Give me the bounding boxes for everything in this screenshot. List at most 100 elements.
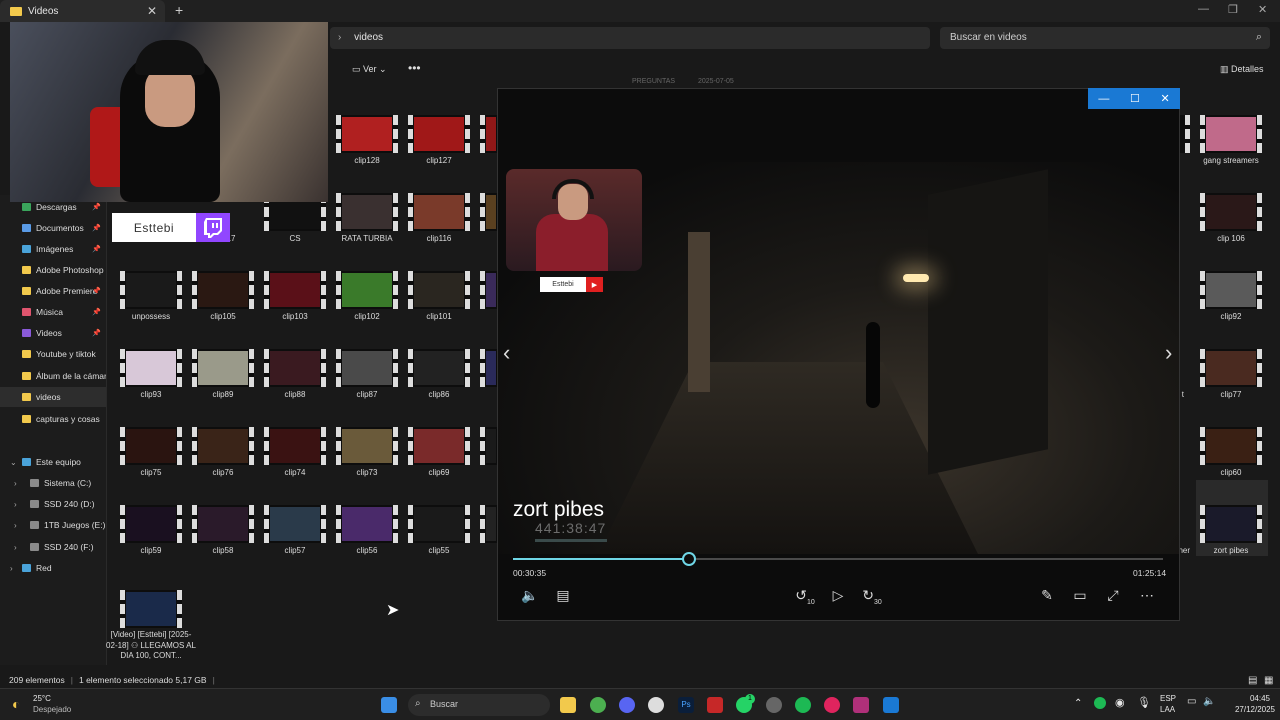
- file-thumbnail[interactable]: [408, 271, 470, 309]
- file-thumbnail[interactable]: [1200, 115, 1262, 153]
- new-tab-button[interactable]: +: [175, 2, 183, 18]
- discord-icon[interactable]: [619, 697, 635, 713]
- file-thumbnail[interactable]: [192, 427, 254, 465]
- clock-date[interactable]: 27/12/2025: [1220, 705, 1275, 714]
- file-thumbnail[interactable]: [336, 427, 398, 465]
- captions-icon[interactable]: ▤: [553, 587, 573, 604]
- file-thumbnail[interactable]: [336, 115, 398, 153]
- file-thumbnail[interactable]: [120, 590, 182, 628]
- sidebar-drive-f[interactable]: › SSD 240 (F:): [0, 537, 106, 557]
- sidebar-item-network[interactable]: › Red: [0, 558, 106, 578]
- sidebar-item-musica[interactable]: Música 📌: [0, 302, 106, 322]
- opera-icon[interactable]: [824, 697, 840, 713]
- sidebar-item-youtube[interactable]: Youtube y tiktok: [0, 344, 106, 364]
- fullscreen-icon[interactable]: ⤢: [1103, 587, 1123, 604]
- close-tab-icon[interactable]: ✕: [147, 4, 157, 18]
- file-thumbnail[interactable]: [408, 115, 470, 153]
- file-thumbnail[interactable]: [408, 505, 470, 543]
- sidebar-item-photoshop[interactable]: Adobe Photoshop: [0, 260, 106, 280]
- view-button[interactable]: ▭ Ver ⌄: [352, 64, 387, 75]
- tab-videos[interactable]: Videos ✕: [0, 0, 165, 22]
- file-thumbnail[interactable]: [120, 505, 182, 543]
- minimize-icon[interactable]: —: [1098, 93, 1109, 105]
- file-thumbnail[interactable]: [336, 349, 398, 387]
- more-options-icon[interactable]: •••: [408, 61, 421, 75]
- file-thumbnail[interactable]: [264, 505, 326, 543]
- list-view-icon[interactable]: ▤: [1248, 675, 1257, 686]
- sidebar-item-documentos[interactable]: Documentos 📌: [0, 218, 106, 238]
- file-thumbnail[interactable]: [1200, 349, 1262, 387]
- tray-app-icon[interactable]: ◉: [1115, 696, 1125, 709]
- file-thumbnail[interactable]: [408, 427, 470, 465]
- file-thumbnail[interactable]: [1200, 271, 1262, 309]
- sidebar-drive-c[interactable]: › Sistema (C:): [0, 473, 106, 493]
- file-thumbnail[interactable]: [480, 505, 497, 543]
- file-thumbnail[interactable]: [264, 271, 326, 309]
- media-player-icon[interactable]: [883, 697, 899, 713]
- spotify-tray-icon[interactable]: [1094, 697, 1106, 709]
- file-thumbnail[interactable]: [192, 505, 254, 543]
- file-thumbnail[interactable]: [120, 427, 182, 465]
- volume-icon[interactable]: 🔈: [1203, 696, 1215, 707]
- chrome-icon[interactable]: [590, 697, 606, 713]
- next-icon[interactable]: ›: [1165, 340, 1172, 366]
- file-thumbnail[interactable]: [264, 427, 326, 465]
- file-thumbnail[interactable]: [264, 349, 326, 387]
- spotify-icon[interactable]: [795, 697, 811, 713]
- file-thumbnail[interactable]: [192, 271, 254, 309]
- grid-view-icon[interactable]: ▦: [1264, 675, 1273, 686]
- file-thumbnail[interactable]: [192, 349, 254, 387]
- sidebar-item-album[interactable]: Álbum de la cámara: [0, 366, 106, 386]
- previous-icon[interactable]: ‹: [503, 340, 510, 366]
- streamlabs-icon[interactable]: [707, 697, 723, 713]
- more-icon[interactable]: ⋯: [1137, 587, 1157, 604]
- ccleaner-icon[interactable]: [648, 697, 664, 713]
- file-thumbnail[interactable]: [480, 193, 497, 231]
- search-input[interactable]: Buscar en videos ⌕: [940, 27, 1270, 49]
- file-thumbnail[interactable]: [408, 193, 470, 231]
- file-thumbnail[interactable]: [336, 271, 398, 309]
- file-thumbnail[interactable]: [480, 271, 497, 309]
- edit-icon[interactable]: ✎: [1037, 587, 1057, 604]
- chevron-up-icon[interactable]: ⌃: [1074, 698, 1082, 709]
- app-icon[interactable]: [766, 697, 782, 713]
- file-thumbnail[interactable]: [1180, 115, 1190, 153]
- maximize-icon[interactable]: ☐: [1130, 92, 1140, 105]
- play-icon[interactable]: ▷: [828, 587, 848, 604]
- minimize-icon[interactable]: —: [1198, 3, 1209, 15]
- file-thumbnail[interactable]: [480, 427, 497, 465]
- progress-thumb[interactable]: [681, 552, 696, 566]
- taskbar-search[interactable]: ⌕ Buscar: [408, 694, 550, 716]
- clock-time[interactable]: 04:45: [1220, 694, 1270, 703]
- photoshop-icon[interactable]: Ps: [678, 697, 694, 713]
- file-thumbnail[interactable]: [336, 505, 398, 543]
- display-icon[interactable]: ▭: [1187, 696, 1196, 707]
- language-layout[interactable]: LAA: [1160, 705, 1175, 714]
- file-thumbnail[interactable]: [120, 349, 182, 387]
- maximize-icon[interactable]: ❐: [1228, 3, 1238, 16]
- file-thumbnail-selected[interactable]: [1200, 505, 1262, 543]
- sidebar-item-premiere[interactable]: Adobe Premiere 📌: [0, 281, 106, 301]
- app-icon[interactable]: [853, 697, 869, 713]
- sidebar-drive-e[interactable]: › 1TB Juegos (E:): [0, 515, 106, 535]
- sidebar-item-videos-folder[interactable]: videos: [0, 387, 106, 407]
- details-button[interactable]: ▥ Detalles: [1220, 64, 1264, 75]
- file-thumbnail[interactable]: [408, 349, 470, 387]
- close-window-icon[interactable]: ✕: [1258, 3, 1267, 16]
- sidebar-drive-d[interactable]: › SSD 240 (D:): [0, 494, 106, 514]
- file-explorer-icon[interactable]: [560, 697, 576, 713]
- sidebar-item-videos[interactable]: Videos 📌: [0, 323, 106, 343]
- sidebar-item-imagenes[interactable]: Imágenes 📌: [0, 239, 106, 259]
- volume-icon[interactable]: 🔈: [520, 587, 540, 604]
- file-thumbnail[interactable]: [480, 115, 497, 153]
- file-thumbnail[interactable]: [336, 193, 398, 231]
- windows-start-icon[interactable]: [381, 697, 397, 713]
- file-thumbnail[interactable]: [120, 271, 182, 309]
- file-thumbnail[interactable]: [1200, 427, 1262, 465]
- sidebar-item-capturas[interactable]: capturas y cosas: [0, 409, 106, 429]
- language[interactable]: ESP: [1160, 694, 1176, 703]
- microphone-icon[interactable]: 🎙: [1137, 696, 1151, 709]
- close-icon[interactable]: ✕: [1160, 92, 1169, 105]
- sidebar-item-this-pc[interactable]: ⌄ Este equipo: [0, 452, 106, 472]
- skip-back-button[interactable]: ↺10: [795, 587, 815, 606]
